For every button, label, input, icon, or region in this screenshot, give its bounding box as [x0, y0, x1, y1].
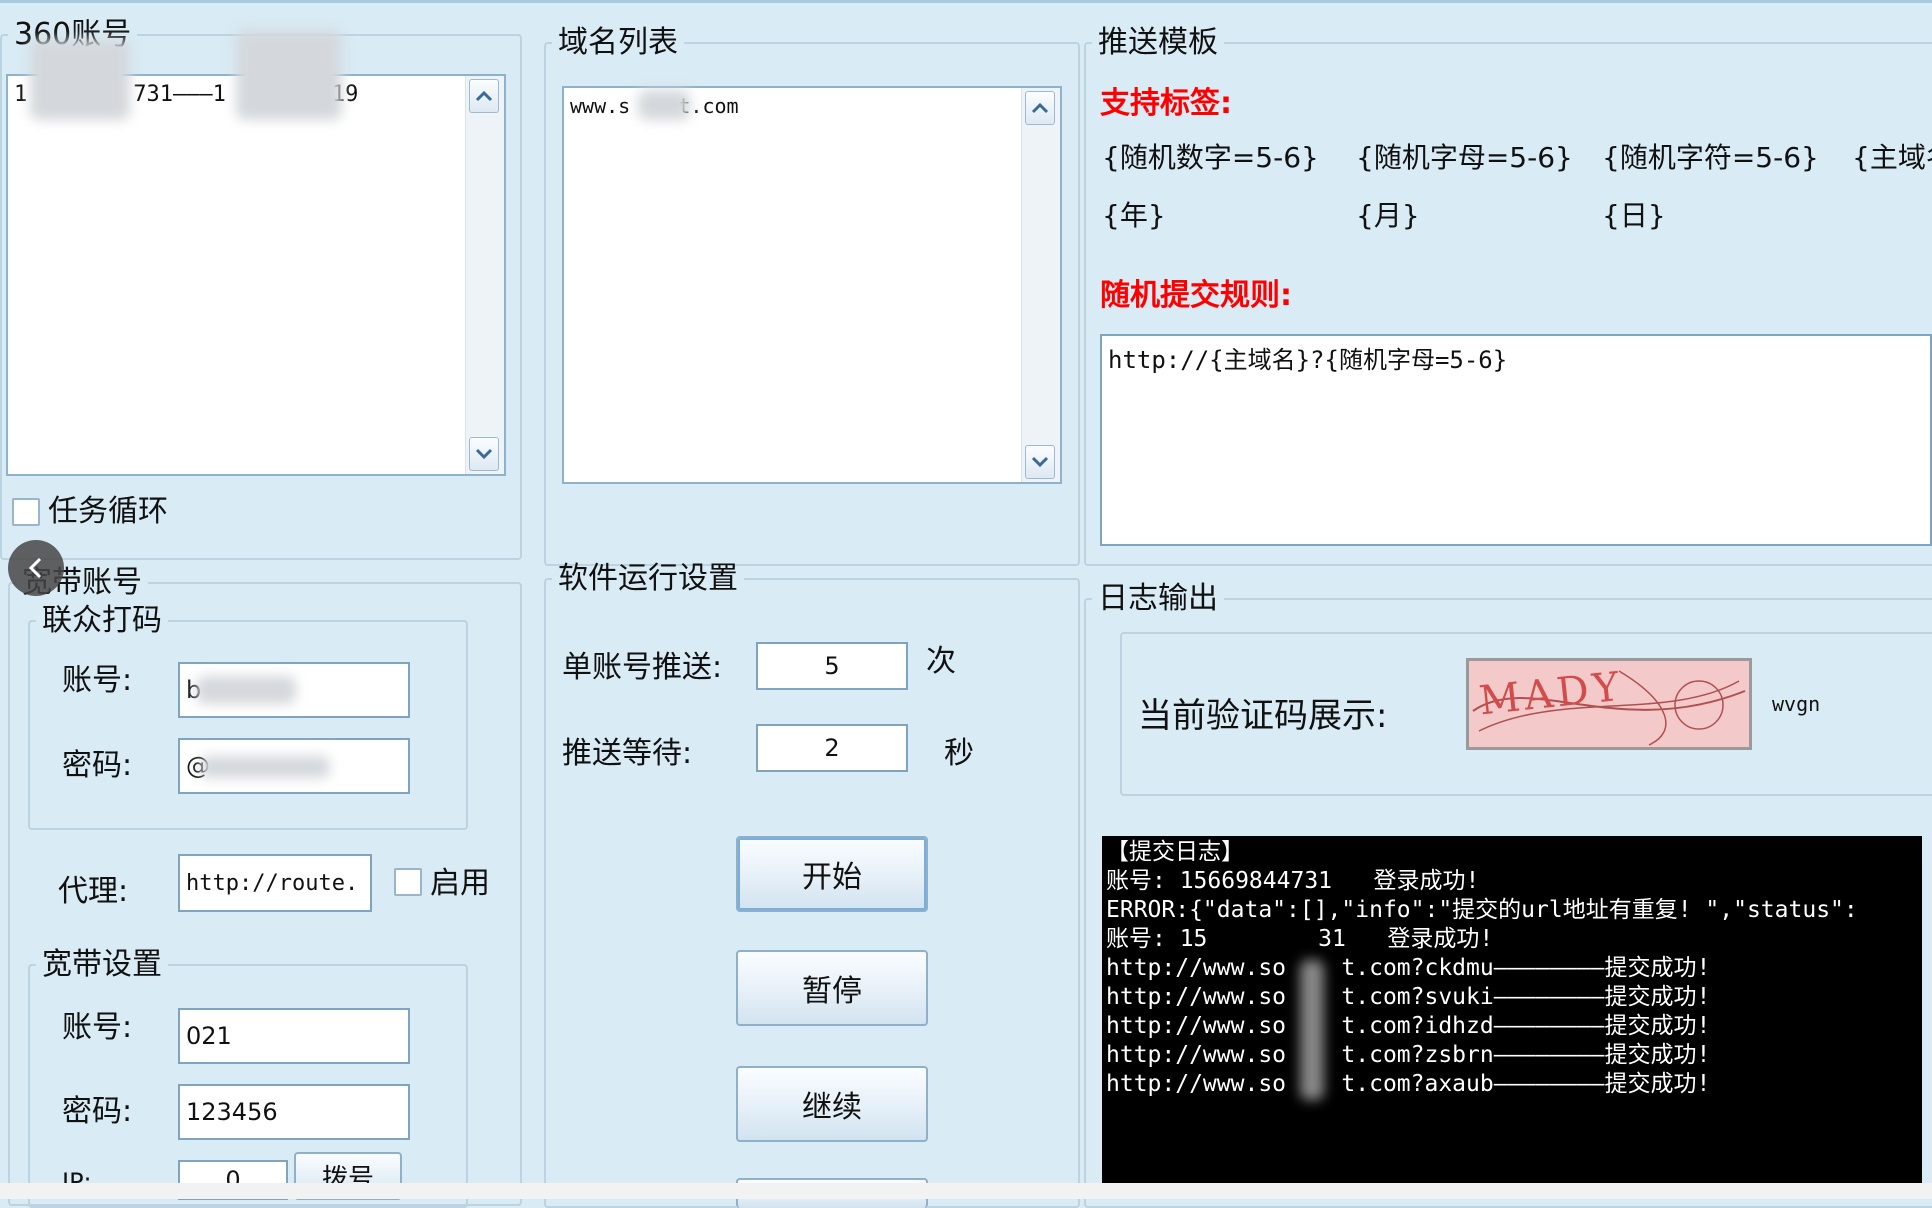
random-rule-heading: 随机提交规则:: [1100, 278, 1292, 313]
pause-button[interactable]: 暂停: [736, 950, 928, 1026]
task-loop-label: 任务循环: [48, 494, 168, 529]
group-broadband-settings-title: 宽带设置: [42, 947, 162, 982]
scroll-down-arrow-icon[interactable]: [1025, 445, 1055, 479]
group-log-output-title: 日志输出: [1098, 581, 1218, 616]
tag-day: {日}: [1602, 199, 1666, 232]
broadband-account-input[interactable]: 021: [178, 1008, 410, 1064]
broadband-password-input[interactable]: 123456: [178, 1084, 410, 1140]
push-wait-unit: 秒: [944, 736, 974, 771]
back-arrow-icon[interactable]: [8, 540, 64, 596]
resume-button[interactable]: 继续: [736, 1066, 928, 1142]
group-run-settings-title: 软件运行设置: [558, 561, 738, 596]
push-wait-input[interactable]: 2: [756, 724, 908, 772]
per-account-push-input[interactable]: 5: [756, 642, 908, 690]
per-account-push-unit: 次: [926, 644, 956, 679]
log-line: http://www.so t.com?axaub————————提交成功!: [1106, 1071, 1711, 1097]
redaction-blur: [200, 756, 330, 778]
broadband-password-label: 密码:: [62, 1094, 133, 1129]
tag-random-letter: {随机字母=5-6}: [1356, 141, 1573, 174]
captcha-result-text: wvgn: [1772, 692, 1821, 716]
account-360-list[interactable]: 1 731———1 19: [6, 74, 506, 476]
log-line: 【提交日志】: [1106, 839, 1244, 865]
per-account-push-label: 单账号推送:: [562, 650, 723, 685]
redaction-blur: [236, 30, 342, 120]
domain-list-scrollbar[interactable]: [1021, 88, 1060, 482]
redaction-blur: [1300, 960, 1324, 1100]
broadband-account-label: 账号:: [62, 1010, 133, 1045]
proxy-input[interactable]: http://route.: [178, 854, 372, 912]
tag-main-domain: {主域名: [1852, 141, 1932, 174]
tag-year: {年}: [1102, 199, 1166, 232]
captcha-account-label: 账号:: [62, 663, 133, 698]
domain-list[interactable]: www.s t.com: [562, 86, 1062, 484]
proxy-label: 代理:: [58, 874, 129, 909]
task-loop-checkbox[interactable]: [12, 498, 40, 526]
tag-month: {月}: [1356, 199, 1420, 232]
log-line: http://www.so t.com?ckdmu————————提交成功!: [1106, 955, 1711, 981]
redaction-blur: [638, 90, 690, 120]
tag-random-number: {随机数字=5-6}: [1102, 141, 1319, 174]
log-line: 账号: 15 31 登录成功!: [1106, 926, 1494, 952]
captcha-password-label: 密码:: [62, 748, 133, 783]
top-border: [0, 0, 1932, 3]
log-line: ERROR:{"data":[],"info":"提交的url地址有重复! ",…: [1106, 897, 1858, 923]
bottom-strip: [0, 1183, 1932, 1199]
tag-random-char: {随机字符=5-6}: [1602, 141, 1819, 174]
log-line: http://www.so t.com?svuki————————提交成功!: [1106, 984, 1711, 1010]
proxy-enable-label: 启用: [430, 866, 490, 901]
log-line: http://www.so t.com?zsbrn————————提交成功!: [1106, 1042, 1711, 1068]
supported-tags-heading: 支持标签:: [1100, 86, 1232, 121]
proxy-enable-checkbox[interactable]: [394, 868, 422, 896]
scroll-down-arrow-icon[interactable]: [469, 437, 499, 471]
group-domain-list-title: 域名列表: [558, 25, 678, 60]
push-wait-label: 推送等待:: [562, 736, 693, 771]
group-push-template-title: 推送模板: [1098, 25, 1218, 60]
scroll-up-arrow-icon[interactable]: [469, 79, 499, 113]
captcha-display-label: 当前验证码展示:: [1138, 696, 1388, 736]
account-360-scrollbar[interactable]: [465, 76, 504, 474]
submit-log-console[interactable]: 【提交日志】 账号: 15669844731 登录成功! ERROR:{"dat…: [1102, 836, 1922, 1186]
captcha-image: MADY: [1466, 658, 1752, 750]
group-captcha-service-title: 联众打码: [42, 603, 162, 638]
log-line: 账号: 15669844731 登录成功!: [1106, 868, 1480, 894]
start-button[interactable]: 开始: [736, 836, 928, 912]
scroll-up-arrow-icon[interactable]: [1025, 91, 1055, 125]
redaction-blur: [196, 676, 296, 704]
redaction-blur: [30, 40, 130, 120]
log-line: http://www.so t.com?idhzd————————提交成功!: [1106, 1013, 1711, 1039]
random-rule-textarea[interactable]: http://{主域名}?{随机字母=5-6}: [1100, 334, 1932, 546]
